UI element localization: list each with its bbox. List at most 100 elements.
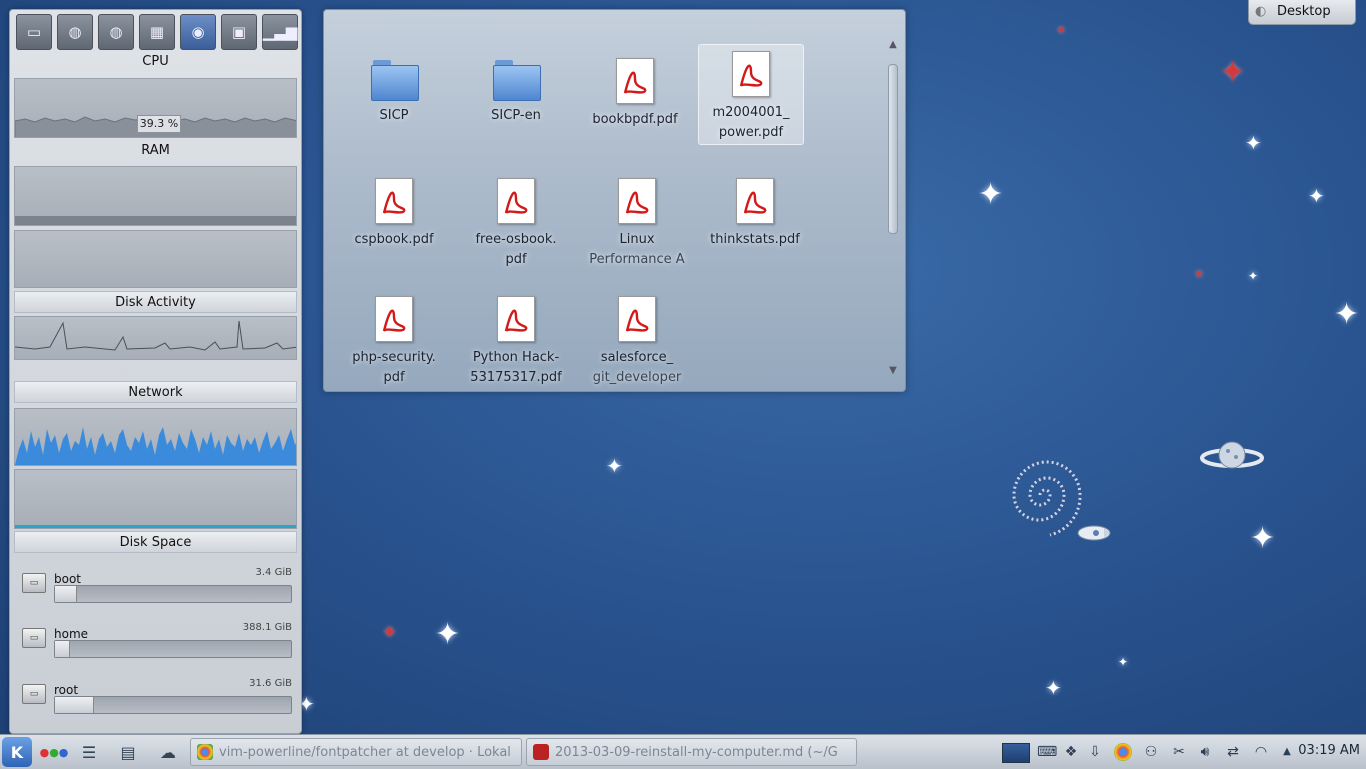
file-name-line2: pdf <box>505 252 527 267</box>
planet-art <box>1200 441 1264 469</box>
file-item-pdf[interactable]: salesforce_ git_developer <box>582 290 692 388</box>
file-name: cspbook.pdf <box>354 232 434 247</box>
file-name-line1: php-security. <box>352 350 436 365</box>
memory-chip-icon[interactable]: ▭ <box>16 14 52 50</box>
file-name-line1: Python Hack- <box>472 350 560 365</box>
pdf-icon <box>616 58 654 104</box>
disk-activity-header: Disk Activity <box>14 291 297 313</box>
application-launcher-button[interactable]: K <box>2 737 32 767</box>
file-item-pdf[interactable]: bookbpdf.pdf <box>580 52 690 130</box>
file-item-folder[interactable]: SICP-en <box>461 50 571 126</box>
pager-icon[interactable]: ☰ <box>74 738 104 766</box>
hard-disk-icon[interactable]: ◍ <box>98 14 134 50</box>
disk-name: boot <box>54 572 82 586</box>
network-graph <box>14 408 297 466</box>
upload-baseline <box>15 525 296 528</box>
star-decoration: ✦ <box>978 177 1004 212</box>
file-item-folder[interactable]: SICP <box>339 50 449 126</box>
desktop-toolbox-button[interactable]: ◐ Desktop <box>1248 0 1356 25</box>
file-name-line2: Performance A <box>589 252 685 267</box>
file-name-line1: Linux <box>619 232 655 247</box>
disk-usage-fill <box>55 697 94 713</box>
disk-usage-fill <box>55 641 71 657</box>
disk-size: 3.4 GiB <box>255 567 292 578</box>
pdf-icon <box>618 178 656 224</box>
star-decoration: ✦ <box>606 454 623 478</box>
desktop-toolbox-label: Desktop <box>1277 4 1331 19</box>
system-monitor-toolbar: ▭ ◍ ◍ ▦ ◉ ▣ ▁▃▆ <box>16 14 298 50</box>
signal-bars-icon[interactable]: ▁▃▆ <box>262 14 298 50</box>
disk-size: 31.6 GiB <box>249 678 292 689</box>
ram-label: RAM <box>141 143 170 158</box>
activities-icon[interactable]: ● ● ● <box>38 738 70 766</box>
notes-icon[interactable]: ▤ <box>114 738 142 766</box>
star-decoration: ✦ <box>1334 297 1360 332</box>
scrollbar-thumb[interactable] <box>888 64 898 234</box>
file-item-pdf[interactable]: php-security. pdf <box>339 290 449 388</box>
ram-usage-area <box>15 216 296 225</box>
folder-view-scrollbar[interactable]: ▲ ▼ <box>887 40 899 376</box>
clock[interactable]: 03:19 AM <box>1298 743 1360 758</box>
file-item-pdf[interactable]: free-osbook. pdf <box>461 172 571 270</box>
scissors-icon[interactable]: ✂ <box>1170 743 1188 761</box>
red-star-decoration: ✦ <box>1220 55 1246 90</box>
globe-icon[interactable]: ◉ <box>180 14 216 50</box>
network-upload-graph <box>14 469 297 529</box>
disk-activity-graph <box>14 316 297 360</box>
hard-disk-icon[interactable]: ◍ <box>57 14 93 50</box>
disk-size: 388.1 GiB <box>242 622 292 633</box>
disk-usage-fill <box>55 586 78 602</box>
download-icon[interactable]: ⇩ <box>1086 743 1104 761</box>
file-name-line2: power.pdf <box>718 125 784 140</box>
file-item-pdf[interactable]: Python Hack- 53175317.pdf <box>461 290 571 388</box>
disk-space-header: Disk Space <box>14 531 297 553</box>
pdf-icon <box>736 178 774 224</box>
scroll-down-arrow-icon[interactable]: ▼ <box>887 366 899 376</box>
disk-name: home <box>54 627 89 641</box>
dropbox-icon[interactable]: ❖ <box>1062 743 1080 761</box>
cpu-usage-value: 39.3 % <box>137 115 181 133</box>
weather-icon[interactable]: ☁ <box>154 738 182 766</box>
network-card-icon[interactable]: ▦ <box>139 14 175 50</box>
file-item-pdf[interactable]: thinkstats.pdf <box>700 172 810 250</box>
taskbar: K ● ● ● ☰ ▤ ☁ vim-powerline/fontpatcher at… <box>0 734 1366 769</box>
cpu-graph: 39.3 % <box>14 78 297 138</box>
pdf-icon <box>375 178 413 224</box>
scroll-up-arrow-icon[interactable]: ▲ <box>887 40 899 50</box>
cpu-label: CPU <box>142 54 169 69</box>
task-label: 2013-03-09-reinstall-my-computer.md (~/G <box>555 745 838 760</box>
keyboard-icon[interactable]: ⌨ <box>1037 743 1057 761</box>
file-item-pdf-selected[interactable]: m2004001_ power.pdf <box>698 44 804 145</box>
folder-icon <box>493 60 541 101</box>
cpu-chip-icon[interactable]: ▣ <box>221 14 257 50</box>
network-header: Network <box>14 381 297 403</box>
network-manager-icon[interactable]: ⚇ <box>1142 743 1160 761</box>
star-decoration: ✦ <box>435 617 461 652</box>
pdf-icon <box>618 296 656 342</box>
tray-expand-arrow-icon[interactable]: ▲ <box>1278 743 1296 761</box>
red-star-decoration: ✦ <box>1056 23 1067 37</box>
desktop-toolbox-icon: ◐ <box>1255 4 1267 19</box>
volume-icon[interactable]: 🔊︎ <box>1196 743 1214 761</box>
task-editor[interactable]: 2013-03-09-reinstall-my-computer.md (~/G <box>526 738 857 766</box>
disk-row-home: ▭ home 388.1 GiB <box>22 622 292 662</box>
file-item-pdf[interactable]: cspbook.pdf <box>339 172 449 250</box>
drive-icon: ▭ <box>22 628 46 648</box>
task-label: vim-powerline/fontpatcher at develop · L… <box>219 745 511 760</box>
wifi-icon[interactable]: ◠ <box>1252 743 1270 761</box>
red-star-decoration: ✦ <box>382 622 398 643</box>
file-name-line1: free-osbook. <box>475 232 557 247</box>
disk-usage-bar <box>54 696 292 714</box>
folder-view-widget: SICP SICP-en bookbpdf.pdf m2004001_ powe… <box>323 9 906 392</box>
task-browser[interactable]: vim-powerline/fontpatcher at develop · L… <box>190 738 522 766</box>
terminal-icon <box>533 744 549 760</box>
file-name: thinkstats.pdf <box>710 232 800 247</box>
star-decoration: ✦ <box>1250 521 1276 556</box>
file-name-line1: m2004001_ <box>712 105 790 120</box>
usb-icon[interactable]: ⇄ <box>1224 743 1242 761</box>
pdf-icon <box>497 178 535 224</box>
file-item-pdf[interactable]: Linux Performance A <box>582 172 692 270</box>
desktop-preview-icon[interactable] <box>1002 743 1030 763</box>
chrome-icon[interactable] <box>1114 743 1132 761</box>
file-name: SICP-en <box>491 108 541 123</box>
